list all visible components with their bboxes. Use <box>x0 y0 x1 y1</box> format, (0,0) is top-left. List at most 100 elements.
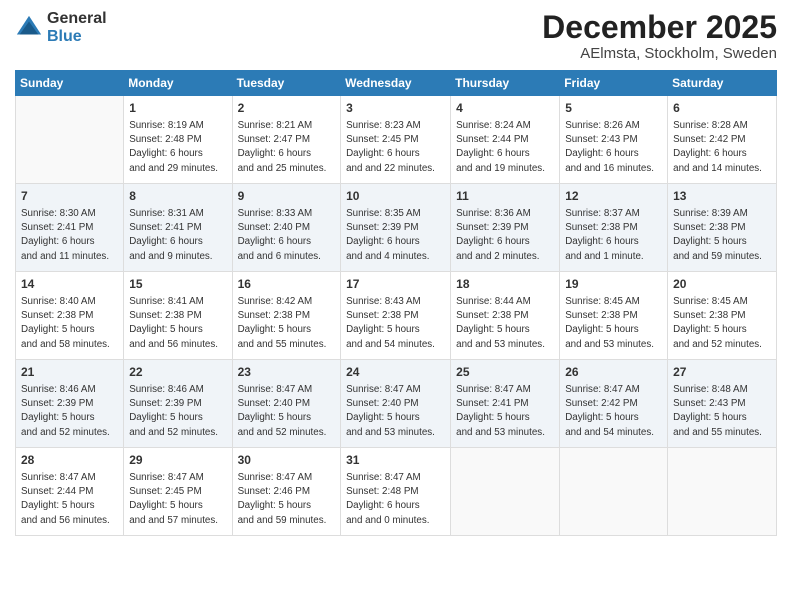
day-info: Sunrise: 8:47 AM Sunset: 2:45 PM Dayligh… <box>129 471 226 528</box>
calendar-week-row: 14 Sunrise: 8:40 AM Sunset: 2:38 PM Dayli… <box>16 272 777 360</box>
weekday-header-row: Sunday Monday Tuesday Wednesday Thursday… <box>16 71 777 96</box>
calendar-cell: 20 Sunrise: 8:45 AM Sunset: 2:38 PM Dayli… <box>668 272 777 360</box>
calendar-cell: 7Sunrise: 8:30 AM Sunset: 2:41 PM Daylig… <box>16 184 124 272</box>
day-number: 16 <box>238 276 336 293</box>
header-monday: Monday <box>124 71 232 96</box>
day-info: Sunrise: 8:45 AM Sunset: 2:38 PM Dayligh… <box>673 295 771 352</box>
day-number: 15 <box>129 276 226 293</box>
day-number: 4 <box>456 100 554 117</box>
day-info: Sunrise: 8:19 AM Sunset: 2:48 PM Dayligh… <box>129 119 226 176</box>
day-number: 21 <box>21 364 118 381</box>
day-info: Sunrise: 8:47 AM Sunset: 2:40 PM Dayligh… <box>238 383 336 440</box>
calendar-table: Sunday Monday Tuesday Wednesday Thursday… <box>15 70 777 536</box>
day-info: Sunrise: 8:42 AM Sunset: 2:38 PM Dayligh… <box>238 295 336 352</box>
day-info: Sunrise: 8:47 AM Sunset: 2:44 PM Dayligh… <box>21 471 118 528</box>
calendar-cell: 18 Sunrise: 8:44 AM Sunset: 2:38 PM Dayli… <box>451 272 560 360</box>
calendar-cell <box>668 448 777 536</box>
header-saturday: Saturday <box>668 71 777 96</box>
calendar-cell: 25 Sunrise: 8:47 AM Sunset: 2:41 PM Dayli… <box>451 360 560 448</box>
day-info: Sunrise: 8:47 AM Sunset: 2:46 PM Dayligh… <box>238 471 336 528</box>
logo: General Blue <box>15 10 107 45</box>
calendar-cell: 10 Sunrise: 8:35 AM Sunset: 2:39 PM Dayli… <box>341 184 451 272</box>
day-info: Sunrise: 8:46 AM Sunset: 2:39 PM Dayligh… <box>129 383 226 440</box>
day-number: 27 <box>673 364 771 381</box>
day-number: 7 <box>21 188 118 205</box>
calendar-header: Sunday Monday Tuesday Wednesday Thursday… <box>16 71 777 96</box>
day-info: Sunrise: 8:31 AM Sunset: 2:41 PM Dayligh… <box>129 207 226 264</box>
header-tuesday: Tuesday <box>232 71 341 96</box>
day-info: Sunrise: 8:47 AM Sunset: 2:41 PM Dayligh… <box>456 383 554 440</box>
day-info: Sunrise: 8:37 AM Sunset: 2:38 PM Dayligh… <box>565 207 662 264</box>
calendar-cell: 22Sunrise: 8:46 AM Sunset: 2:39 PM Dayli… <box>124 360 232 448</box>
day-info: Sunrise: 8:35 AM Sunset: 2:39 PM Dayligh… <box>346 207 445 264</box>
day-number: 14 <box>21 276 118 293</box>
logo-text: General Blue <box>47 10 107 45</box>
day-number: 17 <box>346 276 445 293</box>
day-number: 5 <box>565 100 662 117</box>
day-info: Sunrise: 8:28 AM Sunset: 2:42 PM Dayligh… <box>673 119 771 176</box>
day-number: 13 <box>673 188 771 205</box>
day-number: 29 <box>129 452 226 469</box>
calendar-cell: 11Sunrise: 8:36 AM Sunset: 2:39 PM Dayli… <box>451 184 560 272</box>
day-info: Sunrise: 8:47 AM Sunset: 2:42 PM Dayligh… <box>565 383 662 440</box>
day-number: 9 <box>238 188 336 205</box>
location: AElmsta, Stockholm, Sweden <box>542 45 777 62</box>
day-info: Sunrise: 8:39 AM Sunset: 2:38 PM Dayligh… <box>673 207 771 264</box>
calendar-cell: 24Sunrise: 8:47 AM Sunset: 2:40 PM Dayli… <box>341 360 451 448</box>
page-header: General Blue December 2025 AElmsta, Stoc… <box>15 10 777 62</box>
day-info: Sunrise: 8:47 AM Sunset: 2:40 PM Dayligh… <box>346 383 445 440</box>
calendar-cell <box>451 448 560 536</box>
day-number: 12 <box>565 188 662 205</box>
day-info: Sunrise: 8:21 AM Sunset: 2:47 PM Dayligh… <box>238 119 336 176</box>
day-info: Sunrise: 8:41 AM Sunset: 2:38 PM Dayligh… <box>129 295 226 352</box>
calendar-week-row: 7Sunrise: 8:30 AM Sunset: 2:41 PM Daylig… <box>16 184 777 272</box>
calendar-cell: 26Sunrise: 8:47 AM Sunset: 2:42 PM Dayli… <box>560 360 668 448</box>
calendar-week-row: 21 Sunrise: 8:46 AM Sunset: 2:39 PM Dayli… <box>16 360 777 448</box>
calendar-cell: 30 Sunrise: 8:47 AM Sunset: 2:46 PM Dayli… <box>232 448 341 536</box>
day-number: 31 <box>346 452 445 469</box>
calendar-week-row: 1 Sunrise: 8:19 AM Sunset: 2:48 PM Daylig… <box>16 96 777 184</box>
calendar-cell: 17Sunrise: 8:43 AM Sunset: 2:38 PM Dayli… <box>341 272 451 360</box>
calendar-cell: 31 Sunrise: 8:47 AM Sunset: 2:48 PM Dayli… <box>341 448 451 536</box>
day-info: Sunrise: 8:44 AM Sunset: 2:38 PM Dayligh… <box>456 295 554 352</box>
day-info: Sunrise: 8:33 AM Sunset: 2:40 PM Dayligh… <box>238 207 336 264</box>
day-number: 3 <box>346 100 445 117</box>
day-number: 19 <box>565 276 662 293</box>
day-number: 10 <box>346 188 445 205</box>
day-info: Sunrise: 8:26 AM Sunset: 2:43 PM Dayligh… <box>565 119 662 176</box>
day-number: 8 <box>129 188 226 205</box>
day-number: 1 <box>129 100 226 117</box>
day-info: Sunrise: 8:40 AM Sunset: 2:38 PM Dayligh… <box>21 295 118 352</box>
calendar-cell: 8 Sunrise: 8:31 AM Sunset: 2:41 PM Daylig… <box>124 184 232 272</box>
day-number: 11 <box>456 188 554 205</box>
calendar-cell: 19Sunrise: 8:45 AM Sunset: 2:38 PM Dayli… <box>560 272 668 360</box>
logo-icon <box>15 14 43 42</box>
calendar-cell: 27 Sunrise: 8:48 AM Sunset: 2:43 PM Dayli… <box>668 360 777 448</box>
day-number: 28 <box>21 452 118 469</box>
calendar-cell: 14 Sunrise: 8:40 AM Sunset: 2:38 PM Dayli… <box>16 272 124 360</box>
calendar-cell: 3Sunrise: 8:23 AM Sunset: 2:45 PM Daylig… <box>341 96 451 184</box>
month-title: December 2025 <box>542 10 777 45</box>
header-friday: Friday <box>560 71 668 96</box>
calendar-cell <box>16 96 124 184</box>
day-number: 25 <box>456 364 554 381</box>
day-number: 23 <box>238 364 336 381</box>
day-info: Sunrise: 8:47 AM Sunset: 2:48 PM Dayligh… <box>346 471 445 528</box>
calendar-cell: 2Sunrise: 8:21 AM Sunset: 2:47 PM Daylig… <box>232 96 341 184</box>
calendar-cell: 13 Sunrise: 8:39 AM Sunset: 2:38 PM Dayli… <box>668 184 777 272</box>
calendar-cell: 21 Sunrise: 8:46 AM Sunset: 2:39 PM Dayli… <box>16 360 124 448</box>
day-number: 30 <box>238 452 336 469</box>
logo-general: General <box>47 10 107 28</box>
day-info: Sunrise: 8:46 AM Sunset: 2:39 PM Dayligh… <box>21 383 118 440</box>
header-thursday: Thursday <box>451 71 560 96</box>
logo-blue: Blue <box>47 28 107 46</box>
day-info: Sunrise: 8:24 AM Sunset: 2:44 PM Dayligh… <box>456 119 554 176</box>
calendar-cell: 1 Sunrise: 8:19 AM Sunset: 2:48 PM Daylig… <box>124 96 232 184</box>
day-info: Sunrise: 8:48 AM Sunset: 2:43 PM Dayligh… <box>673 383 771 440</box>
header-sunday: Sunday <box>16 71 124 96</box>
calendar-cell <box>560 448 668 536</box>
calendar-cell: 29 Sunrise: 8:47 AM Sunset: 2:45 PM Dayli… <box>124 448 232 536</box>
calendar-page: General Blue December 2025 AElmsta, Stoc… <box>0 0 792 612</box>
day-number: 18 <box>456 276 554 293</box>
day-number: 20 <box>673 276 771 293</box>
